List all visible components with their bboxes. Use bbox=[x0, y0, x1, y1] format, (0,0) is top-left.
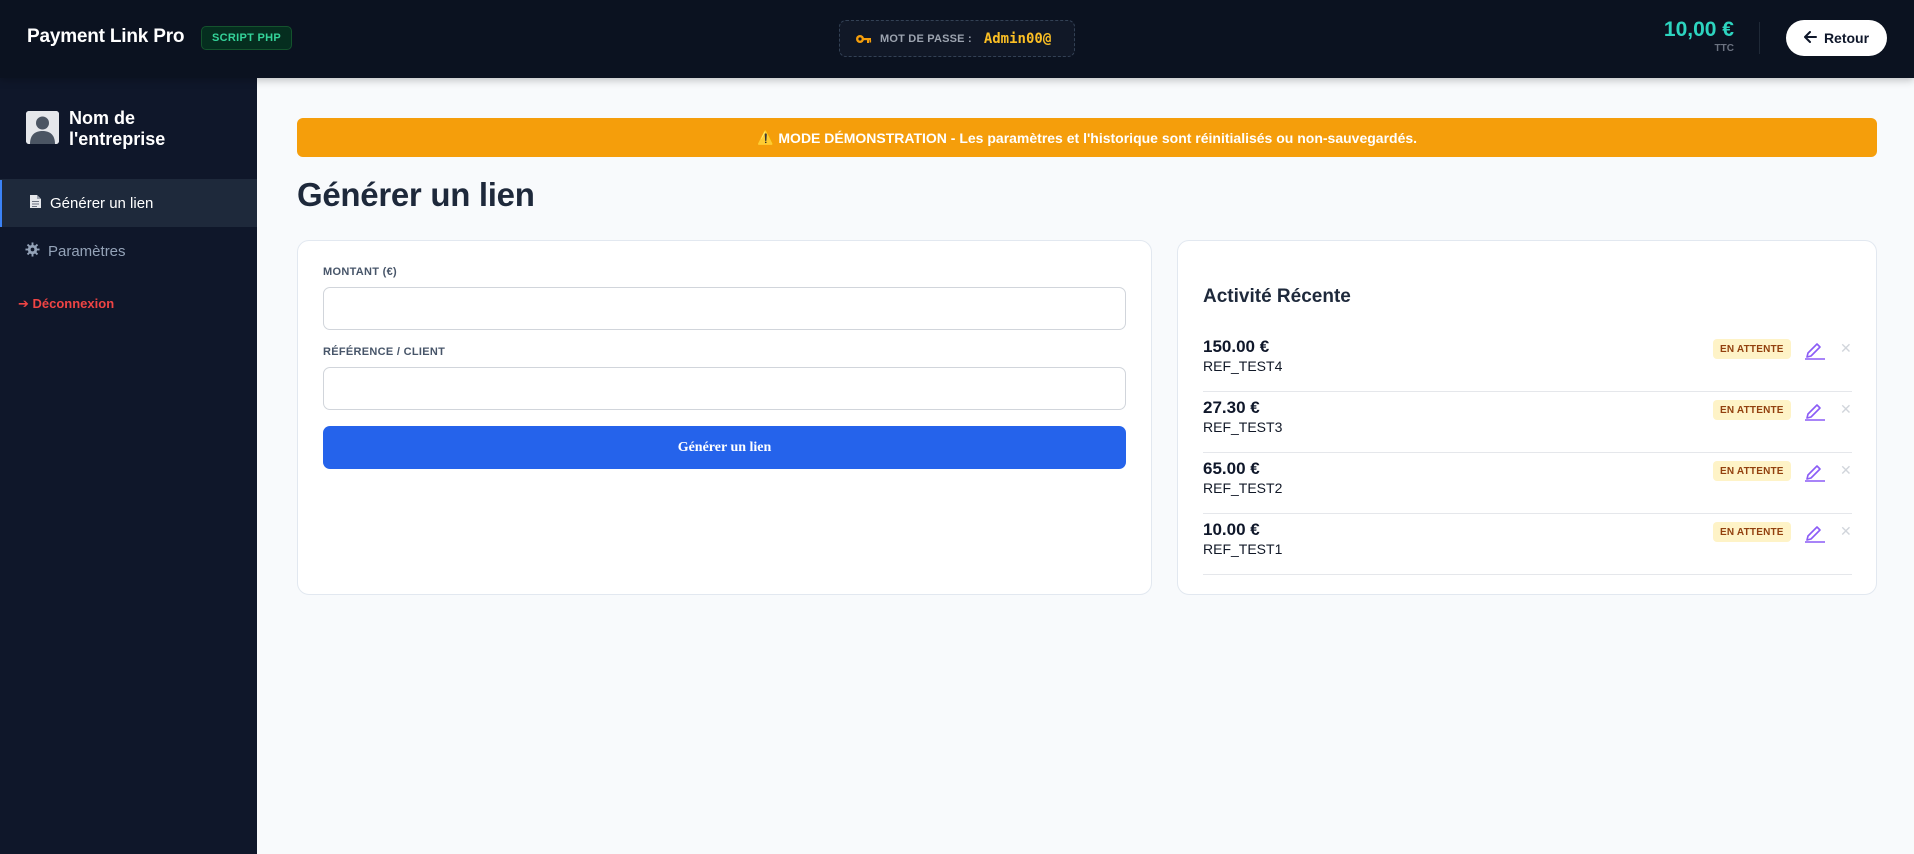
header-divider bbox=[1759, 22, 1760, 54]
app-brand: Payment Link Pro bbox=[27, 26, 185, 47]
recent-activity-card: Activité Récente 150.00 € REF_TEST4 EN A… bbox=[1177, 240, 1877, 595]
close-icon[interactable]: ✕ bbox=[1840, 401, 1852, 418]
activity-reference: REF_TEST4 bbox=[1203, 358, 1283, 374]
activity-reference: REF_TEST1 bbox=[1203, 541, 1283, 557]
close-icon[interactable]: ✕ bbox=[1840, 340, 1852, 357]
demo-banner-text: MODE DÉMONSTRATION - Les paramètres et l… bbox=[778, 129, 1418, 146]
activity-row: 150.00 € REF_TEST4 EN ATTENTE ✕ bbox=[1203, 331, 1852, 392]
sidebar-item-settings[interactable]: Paramètres bbox=[0, 228, 257, 275]
price-display: 10,00 € TTC bbox=[1664, 18, 1734, 54]
arrow-left-icon bbox=[1803, 30, 1817, 46]
status-badge: EN ATTENTE bbox=[1713, 461, 1791, 481]
signature-icon[interactable] bbox=[1803, 399, 1827, 423]
activity-title: Activité Récente bbox=[1203, 286, 1351, 307]
gear-icon bbox=[25, 242, 40, 261]
key-icon bbox=[854, 30, 872, 48]
document-icon bbox=[29, 194, 42, 213]
reference-label: RÉFÉRENCE / CLIENT bbox=[323, 346, 446, 358]
activity-amount: 150.00 € bbox=[1203, 337, 1270, 356]
warning-icon: ⚠️ bbox=[756, 129, 775, 145]
activity-row: 65.00 € REF_TEST2 EN ATTENTE ✕ bbox=[1203, 453, 1852, 514]
company-name: Nom de l'entreprise bbox=[69, 108, 166, 149]
top-bar: Payment Link Pro SCRIPT PHP MOT DE PASSE… bbox=[0, 0, 1914, 78]
generate-link-button[interactable]: Générer un lien bbox=[323, 426, 1126, 469]
password-value: Admin00@ bbox=[983, 30, 1052, 47]
activity-row: 10.00 € REF_TEST1 EN ATTENTE ✕ bbox=[1203, 514, 1852, 575]
close-icon[interactable]: ✕ bbox=[1840, 523, 1852, 540]
demo-banner: ⚠️ MODE DÉMONSTRATION - Les paramètres e… bbox=[297, 118, 1877, 157]
signature-icon[interactable] bbox=[1803, 460, 1827, 484]
activity-amount: 65.00 € bbox=[1203, 459, 1260, 478]
activity-list: 150.00 € REF_TEST4 EN ATTENTE ✕ 27.30 € … bbox=[1203, 331, 1852, 575]
company-block: Nom de l'entreprise bbox=[26, 108, 189, 150]
close-icon[interactable]: ✕ bbox=[1840, 462, 1852, 479]
sidebar-item-generate-link[interactable]: Générer un lien bbox=[0, 180, 257, 227]
signature-icon[interactable] bbox=[1803, 338, 1827, 362]
signature-icon[interactable] bbox=[1803, 521, 1827, 545]
activity-reference: REF_TEST3 bbox=[1203, 419, 1283, 435]
back-button-label: Retour bbox=[1823, 30, 1870, 46]
logout-link[interactable]: ➔ Déconnexion bbox=[18, 296, 114, 312]
amount-label: MONTANT (€) bbox=[323, 266, 397, 278]
status-badge: EN ATTENTE bbox=[1713, 339, 1791, 359]
back-button[interactable]: Retour bbox=[1786, 20, 1887, 56]
activity-row: 27.30 € REF_TEST3 EN ATTENTE ✕ bbox=[1203, 392, 1852, 453]
page-title: Générer un lien bbox=[297, 176, 535, 213]
price-tax-label: TTC bbox=[1714, 43, 1734, 54]
sidebar-item-label: Paramètres bbox=[48, 243, 126, 260]
activity-amount: 27.30 € bbox=[1203, 398, 1260, 417]
password-box: MOT DE PASSE : Admin00@ bbox=[839, 20, 1075, 57]
sidebar-item-label: Générer un lien bbox=[50, 195, 154, 212]
script-badge: SCRIPT PHP bbox=[201, 26, 293, 50]
company-avatar bbox=[26, 111, 59, 144]
sidebar: Nom de l'entreprise Générer un lien Para… bbox=[0, 78, 257, 854]
reference-input[interactable] bbox=[323, 367, 1126, 410]
status-badge: EN ATTENTE bbox=[1713, 522, 1791, 542]
activity-amount: 10.00 € bbox=[1203, 520, 1260, 539]
price-value: 10,00 € bbox=[1663, 18, 1734, 41]
password-label: MOT DE PASSE : bbox=[880, 32, 972, 45]
activity-reference: REF_TEST2 bbox=[1203, 480, 1283, 496]
generate-link-form: MONTANT (€) RÉFÉRENCE / CLIENT Générer u… bbox=[297, 240, 1152, 595]
status-badge: EN ATTENTE bbox=[1713, 400, 1791, 420]
amount-input[interactable] bbox=[323, 287, 1126, 330]
